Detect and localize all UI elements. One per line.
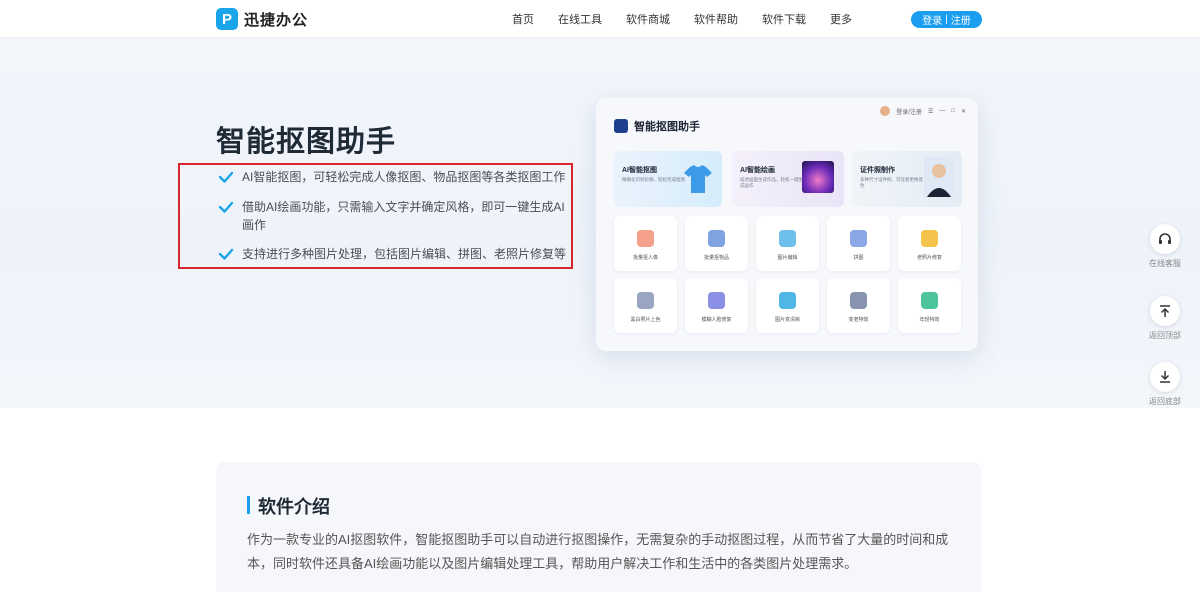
feature-item: 支持进行多种图片处理，包括图片编辑、拼图、老照片修复等 (218, 245, 572, 263)
hero-section: 智能抠图助手 AI智能抠图，可轻松完成人像抠图、物品抠图等各类抠图工作 借助AI… (0, 38, 1200, 408)
feature-card-title: AI智能绘画 (740, 167, 775, 174)
nav-online-tools[interactable]: 在线工具 (558, 11, 602, 27)
face-repair-icon (708, 292, 725, 309)
separator: | (945, 14, 948, 25)
nav-software-download[interactable]: 软件下载 (762, 11, 806, 27)
back-to-top-button[interactable]: 返回顶部 (1146, 296, 1184, 341)
tool-label: 图片变清晰 (774, 317, 800, 323)
back-to-bottom-button[interactable]: 返回底部 (1146, 362, 1184, 407)
colorize-icon (637, 292, 654, 309)
intro-text: 作为一款专业的AI抠图软件，智能抠图助手可以自动进行抠图操作，无需复杂的手动抠图… (247, 532, 949, 571)
tool-label: 图片编辑 (777, 255, 798, 261)
maximize-icon: □ (951, 108, 955, 114)
arrow-up-icon[interactable] (1150, 296, 1180, 326)
tool-batch-object: 批量抠物品 (685, 216, 748, 271)
feature-card-ai-cutout: AI智能抠图 精确化识别轮廓，轻松完成抠图 (614, 151, 722, 207)
tool-aging: 变老特效 (827, 278, 890, 333)
avatar (880, 106, 891, 116)
register-label[interactable]: 注册 (951, 12, 971, 27)
minimize-icon: — (939, 108, 946, 114)
online-service-button[interactable]: 在线客服 (1146, 224, 1184, 269)
app-logo: 智能抠图助手 (614, 118, 700, 134)
shirt-icon (684, 165, 712, 193)
site-logo[interactable]: P 迅捷办公 (216, 8, 308, 30)
image-edit-icon (779, 230, 796, 247)
feature-card-subtitle: 精确化识别轮廓，轻松完成抠图 (622, 177, 685, 182)
id-photo-icon (924, 157, 954, 197)
login-label[interactable]: 登录 (922, 12, 942, 27)
close-icon: ✕ (960, 108, 966, 115)
feature-item: AI智能抠图，可轻松完成人像抠图、物品抠图等各类抠图工作 (218, 168, 572, 186)
old-photo-icon (921, 230, 938, 247)
feature-text: 支持进行多种图片处理，包括图片编辑、拼图、老照片修复等 (242, 247, 567, 261)
portrait-cutout-icon (637, 230, 654, 247)
check-icon (218, 248, 234, 260)
painting-thumbnail (802, 161, 834, 193)
nav-home[interactable]: 首页 (512, 11, 534, 27)
online-service-label: 在线客服 (1149, 259, 1181, 268)
app-logo-icon (614, 119, 628, 133)
check-icon (218, 171, 234, 183)
tool-face-repair: 模糊人脸修复 (685, 278, 748, 333)
title-accent-bar (247, 496, 250, 514)
tool-old-photo-repair: 老照片修复 (898, 216, 961, 271)
feature-card-subtitle: 描述画面生成作品，轻松一键生成画作 (740, 177, 803, 188)
nav-more[interactable]: 更多 (830, 11, 852, 27)
hero-title: 智能抠图助手 (216, 126, 397, 158)
collage-icon (850, 230, 867, 247)
back-to-top-label: 返回顶部 (1149, 331, 1181, 340)
back-to-bottom-label: 返回底部 (1149, 397, 1181, 406)
tool-label: 模糊人脸修复 (701, 317, 732, 323)
logo-icon: P (216, 8, 238, 30)
intro-title: 软件介绍 (258, 497, 330, 517)
tool-sharpen: 图片变清晰 (756, 278, 819, 333)
feature-card-ai-painting: AI智能绘画 描述画面生成作品，轻松一键生成画作 (732, 151, 844, 207)
tool-label: 批量抠物品 (703, 255, 729, 261)
login-register-button[interactable]: 登录 | 注册 (911, 11, 982, 28)
tool-image-edit: 图片编辑 (756, 216, 819, 271)
tool-label: 黑白照片上色 (630, 317, 661, 323)
tool-batch-portrait: 批量抠人像 (614, 216, 677, 271)
object-cutout-icon (708, 230, 725, 247)
app-title: 智能抠图助手 (634, 121, 700, 133)
feature-text: AI智能抠图，可轻松完成人像抠图、物品抠图等各类抠图工作 (242, 170, 566, 184)
feature-card-subtitle: 多种尺寸证件照，可任意更换底色 (860, 177, 923, 188)
feature-card-title: 证件照制作 (860, 167, 895, 174)
top-header: P 迅捷办公 首页 在线工具 软件商城 软件帮助 软件下载 更多 登录 | 注册 (0, 0, 1200, 38)
main-nav: 首页 在线工具 软件商城 软件帮助 软件下载 更多 (500, 11, 864, 27)
tool-label: 批量抠人像 (632, 255, 658, 261)
nav-software-help[interactable]: 软件帮助 (694, 11, 738, 27)
software-intro-card: 软件介绍 作为一款专业的AI抠图软件，智能抠图助手可以自动进行抠图操作，无需复杂… (216, 462, 981, 592)
nav-software-store[interactable]: 软件商城 (626, 11, 670, 27)
tool-label: 年轻特效 (919, 317, 940, 323)
tool-young: 年轻特效 (898, 278, 961, 333)
feature-item: 借助AI绘画功能，只需输入文字并确定风格，即可一键生成AI画作 (218, 198, 572, 234)
app-preview-image: 登录/注册 ☰ — □ ✕ 智能抠图助手 AI智能抠图 精确化识别轮廓，轻松完成… (596, 98, 978, 351)
feature-text: 借助AI绘画功能，只需输入文字并确定风格，即可一键生成AI画作 (242, 200, 565, 232)
feature-card-title: AI智能抠图 (622, 167, 657, 174)
aging-icon (850, 292, 867, 309)
tool-label: 拼图 (853, 255, 864, 261)
tool-colorize: 黑白照片上色 (614, 278, 677, 333)
feature-card-id-photo: 证件照制作 多种尺寸证件照，可任意更换底色 (852, 151, 962, 207)
menu-icon: ☰ (927, 108, 934, 115)
logo-text: 迅捷办公 (244, 11, 309, 29)
arrow-down-icon[interactable] (1150, 362, 1180, 392)
app-login-text: 登录/注册 (896, 109, 922, 116)
app-window-bar: 登录/注册 ☰ — □ ✕ (880, 106, 966, 116)
sharpen-icon (779, 292, 796, 309)
young-icon (921, 292, 938, 309)
tool-label: 变老特效 (848, 317, 869, 323)
headset-icon[interactable] (1150, 224, 1180, 254)
check-icon (218, 201, 234, 213)
tool-label: 老照片修复 (916, 255, 942, 261)
tool-collage: 拼图 (827, 216, 890, 271)
